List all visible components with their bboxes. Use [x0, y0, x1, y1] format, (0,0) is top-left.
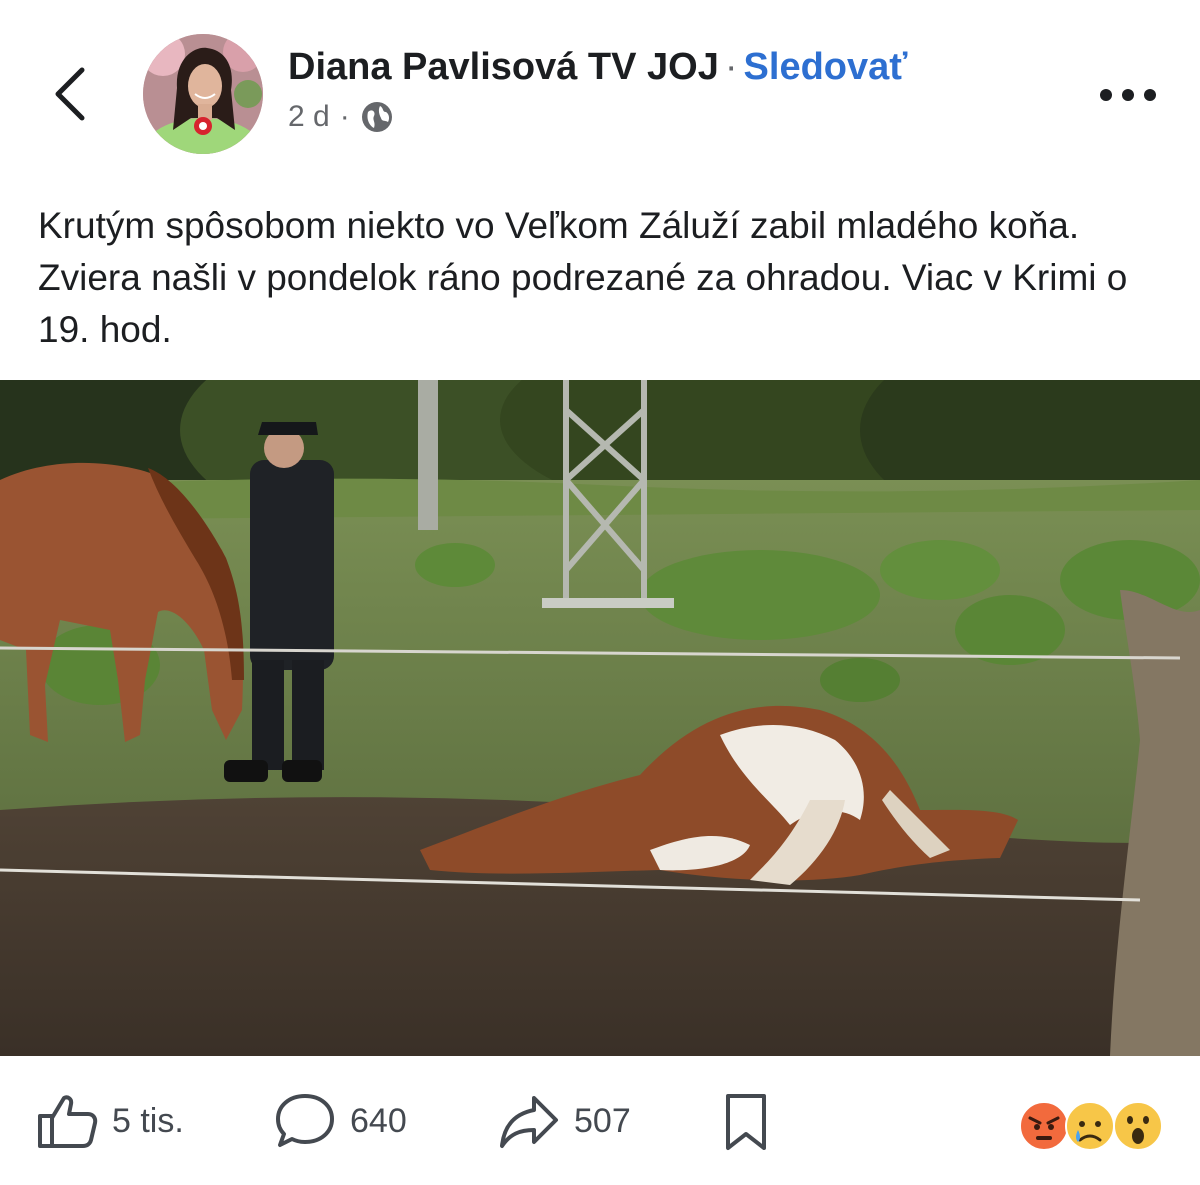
author-name[interactable]: Diana Pavlisová TV JOJ [288, 46, 719, 88]
avatar[interactable] [143, 34, 263, 154]
save-button[interactable] [722, 1092, 770, 1152]
post-photo[interactable] [0, 380, 1200, 1056]
reaction-emojis [1019, 1101, 1163, 1151]
like-button[interactable]: 5 tis. [36, 1092, 184, 1150]
post-text: Krutým spôsobom niekto vo Veľkom Záluží … [38, 205, 1128, 350]
comment-bubble-icon [276, 1094, 334, 1147]
post-timestamp[interactable]: 2 d [288, 100, 330, 134]
back-button[interactable] [44, 62, 100, 126]
wow-emoji [1113, 1101, 1163, 1151]
angry-emoji [1019, 1101, 1069, 1151]
chevron-left-icon [55, 67, 85, 121]
post-actions-bar: 5 tis. 640 507 [0, 1060, 1200, 1185]
separator-dot: · [724, 46, 738, 88]
share-button[interactable]: 507 [498, 1092, 631, 1150]
comment-button[interactable]: 640 [274, 1092, 407, 1150]
share-arrow-icon [500, 1096, 558, 1148]
follow-button[interactable]: Sledovať [744, 46, 908, 88]
author-line: Diana Pavlisová TV JOJ · Sledovať [288, 46, 907, 89]
photo-horses-police [0, 380, 1200, 1056]
globe-icon [361, 102, 392, 132]
more-options-button[interactable] [1096, 80, 1160, 110]
like-count: 5 tis. [112, 1101, 184, 1140]
sad-emoji [1065, 1101, 1115, 1151]
bookmark-icon [726, 1094, 766, 1150]
post-header: Diana Pavlisová TV JOJ · Sledovať 2 d · [0, 0, 1200, 170]
more-horizontal-icon [1100, 89, 1156, 101]
post-meta: 2 d · [288, 100, 394, 134]
share-count: 507 [574, 1101, 631, 1140]
thumbs-up-icon [38, 1095, 98, 1148]
meta-separator: · [339, 100, 350, 133]
comment-count: 640 [350, 1101, 407, 1140]
reactions-summary[interactable] [1018, 1098, 1168, 1154]
avatar-photo [143, 34, 263, 154]
